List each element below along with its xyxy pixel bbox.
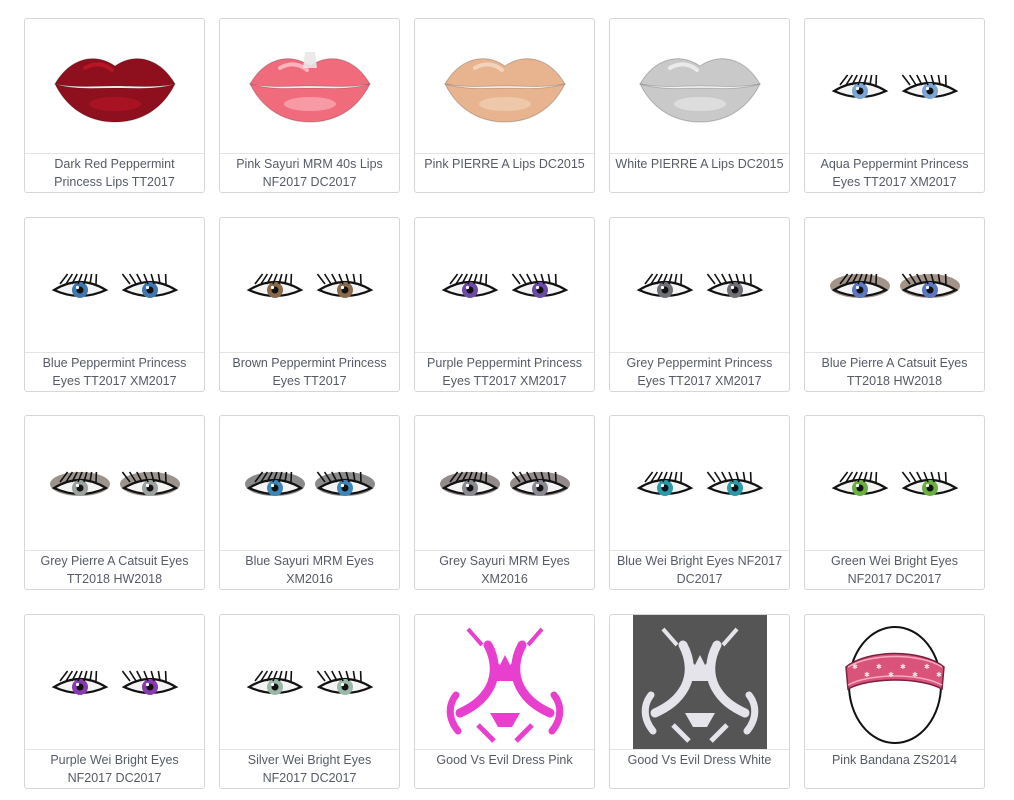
item-thumbnail[interactable] (610, 19, 789, 154)
item-title[interactable]: Good Vs Evil Dress Pink (419, 751, 590, 769)
svg-text:✱: ✱ (924, 663, 930, 671)
lips-icon (638, 58, 761, 123)
item-card[interactable]: Green Wei Bright Eyes NF2017 DC2017 (804, 415, 985, 590)
eyes-icon (441, 273, 568, 298)
item-thumbnail[interactable] (415, 416, 594, 551)
svg-text:✱: ✱ (876, 663, 882, 671)
item-card[interactable]: Grey Pierre A Catsuit Eyes TT2018 HW2018 (24, 415, 205, 590)
item-card[interactable]: Grey Sayuri MRM Eyes XM2016 (414, 415, 595, 590)
item-card[interactable]: Blue Wei Bright Eyes NF2017 DC2017 (609, 415, 790, 590)
item-thumbnail[interactable] (25, 218, 204, 353)
item-title[interactable]: Grey Pierre A Catsuit Eyes TT2018 HW2018 (29, 552, 200, 588)
svg-text:✱: ✱ (864, 671, 870, 679)
item-title[interactable]: Blue Sayuri MRM Eyes XM2016 (224, 552, 395, 588)
item-title[interactable]: Pink Sayuri MRM 40s Lips NF2017 DC2017 (224, 155, 395, 191)
item-title[interactable]: Dark Red Peppermint Princess Lips TT2017 (29, 155, 200, 191)
svg-text:✱: ✱ (888, 671, 894, 679)
eyes-icon (636, 273, 763, 298)
item-title[interactable]: Grey Peppermint Princess Eyes TT2017 XM2… (614, 354, 785, 390)
svg-text:✱: ✱ (912, 671, 918, 679)
item-thumbnail[interactable] (220, 19, 399, 154)
item-title[interactable]: Grey Sayuri MRM Eyes XM2016 (419, 552, 590, 588)
item-thumbnail[interactable] (220, 218, 399, 353)
eyes-icon (636, 471, 763, 496)
eyes-icon (49, 471, 180, 496)
item-card[interactable]: White PIERRE A Lips DC2015 (609, 18, 790, 193)
item-card[interactable]: ✱ ✱ ✱ ✱ ✱ ✱ ✱ ✱ Pink Bandana ZS2014 (804, 614, 985, 789)
item-thumbnail[interactable] (25, 416, 204, 551)
item-card[interactable]: Blue Pierre A Catsuit Eyes TT2018 HW2018 (804, 217, 985, 392)
item-thumbnail[interactable] (415, 218, 594, 353)
lips-icon (248, 52, 371, 123)
item-card[interactable]: Purple Peppermint Princess Eyes TT2017 X… (414, 217, 595, 392)
dress-icon (632, 615, 767, 749)
item-thumbnail[interactable] (610, 416, 789, 551)
item-thumbnail[interactable] (610, 615, 789, 750)
item-thumbnail[interactable] (220, 615, 399, 750)
eyes-icon (246, 273, 373, 298)
item-title[interactable]: Blue Pierre A Catsuit Eyes TT2018 HW2018 (809, 354, 980, 390)
svg-text:✱: ✱ (936, 671, 942, 679)
item-thumbnail[interactable] (805, 19, 984, 154)
item-card[interactable]: Pink Sayuri MRM 40s Lips NF2017 DC2017 (219, 18, 400, 193)
item-title[interactable]: Aqua Peppermint Princess Eyes TT2017 XM2… (809, 155, 980, 191)
item-thumbnail[interactable]: ✱ ✱ ✱ ✱ ✱ ✱ ✱ ✱ (805, 615, 984, 750)
item-title[interactable]: Purple Peppermint Princess Eyes TT2017 X… (419, 354, 590, 390)
item-card[interactable]: Aqua Peppermint Princess Eyes TT2017 XM2… (804, 18, 985, 193)
eyes-icon (439, 471, 570, 496)
lips-icon (443, 58, 566, 123)
item-card[interactable]: Good Vs Evil Dress White (609, 614, 790, 789)
item-title[interactable]: White PIERRE A Lips DC2015 (614, 155, 785, 173)
item-card[interactable]: Silver Wei Bright Eyes NF2017 DC2017 (219, 614, 400, 789)
item-title[interactable]: Green Wei Bright Eyes NF2017 DC2017 (809, 552, 980, 588)
item-thumbnail[interactable] (220, 416, 399, 551)
eyes-icon (244, 471, 375, 496)
item-thumbnail[interactable] (25, 19, 204, 154)
item-card[interactable]: Dark Red Peppermint Princess Lips TT2017 (24, 18, 205, 193)
svg-text:✱: ✱ (852, 663, 858, 671)
eyes-icon (51, 670, 178, 695)
item-card[interactable]: Blue Sayuri MRM Eyes XM2016 (219, 415, 400, 590)
item-card[interactable]: Purple Wei Bright Eyes NF2017 DC2017 (24, 614, 205, 789)
item-thumbnail[interactable] (25, 615, 204, 750)
item-title[interactable]: Blue Wei Bright Eyes NF2017 DC2017 (614, 552, 785, 588)
svg-text:✱: ✱ (900, 663, 906, 671)
item-title[interactable]: Pink Bandana ZS2014 (809, 751, 980, 769)
item-title[interactable]: Silver Wei Bright Eyes NF2017 DC2017 (224, 751, 395, 787)
item-title[interactable]: Good Vs Evil Dress White (614, 751, 785, 769)
eyes-icon (829, 273, 960, 298)
item-title[interactable]: Blue Peppermint Princess Eyes TT2017 XM2… (29, 354, 200, 390)
item-title[interactable]: Brown Peppermint Princess Eyes TT2017 (224, 354, 395, 390)
dress-icon (437, 615, 572, 749)
item-thumbnail[interactable] (805, 218, 984, 353)
eyes-icon (246, 670, 373, 695)
item-thumbnail[interactable] (415, 19, 594, 154)
item-title[interactable]: Purple Wei Bright Eyes NF2017 DC2017 (29, 751, 200, 787)
lips-icon (53, 58, 176, 123)
bandana-icon: ✱ ✱ ✱ ✱ ✱ ✱ ✱ ✱ (844, 626, 945, 744)
item-card[interactable]: Pink PIERRE A Lips DC2015 (414, 18, 595, 193)
eyes-icon (831, 471, 958, 496)
item-thumbnail[interactable] (610, 218, 789, 353)
item-card[interactable]: Grey Peppermint Princess Eyes TT2017 XM2… (609, 217, 790, 392)
eyes-icon (831, 74, 958, 99)
item-card[interactable]: Brown Peppermint Princess Eyes TT2017 (219, 217, 400, 392)
item-thumbnail[interactable] (805, 416, 984, 551)
item-title[interactable]: Pink PIERRE A Lips DC2015 (419, 155, 590, 173)
item-card[interactable]: Blue Peppermint Princess Eyes TT2017 XM2… (24, 217, 205, 392)
item-thumbnail[interactable] (415, 615, 594, 750)
eyes-icon (51, 273, 178, 298)
item-card[interactable]: Good Vs Evil Dress Pink (414, 614, 595, 789)
